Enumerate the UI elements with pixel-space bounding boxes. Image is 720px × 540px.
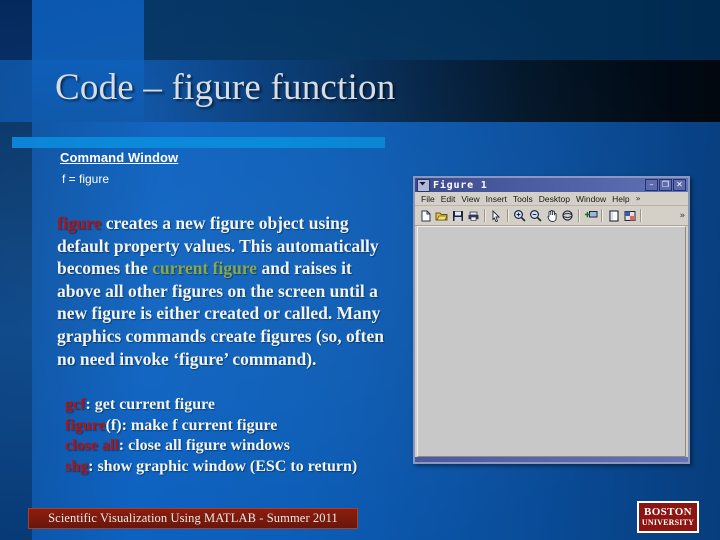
save-figure-icon[interactable] [450,208,465,223]
background-top-right-panel [144,0,720,60]
command-window-prompt-line: f = figure [62,172,110,186]
figure-window-menubar: File Edit View Insert Tools Desktop Wind… [415,192,688,206]
rotate-3d-icon[interactable] [560,208,575,223]
boston-university-logo: BOSTON UNIVERSITY [637,501,699,533]
toolbar-separator [601,209,603,222]
minimize-icon[interactable]: – [645,179,658,191]
restore-icon[interactable]: ❐ [659,179,672,191]
close-icon[interactable]: ✕ [673,179,686,191]
open-file-icon[interactable] [434,208,449,223]
menu-item-tools[interactable]: Tools [510,194,536,204]
menu-item-help[interactable]: Help [609,194,632,204]
figure-window-title: Figure 1 [433,179,488,191]
insert-colorbar-icon[interactable] [606,208,621,223]
pan-icon[interactable] [544,208,559,223]
menu-item-insert[interactable]: Insert [483,194,510,204]
command-reference-list: gcf: get current figure figure(f): make … [65,395,395,477]
command-description: (f): make f current figure [105,416,278,434]
list-item: close all: close all figure windows [65,436,395,457]
edit-plot-pointer-icon[interactable] [489,208,504,223]
list-item: shg: show graphic window (ESC to return) [65,457,395,478]
command-description: : get current figure [85,396,216,413]
figure-window-bottom-edge [415,457,688,462]
zoom-in-icon[interactable] [512,208,527,223]
command-description: : close all figure windows [118,437,291,454]
toolbar-overflow-icon[interactable]: » [680,211,688,221]
zoom-out-icon[interactable] [528,208,543,223]
toolbar-separator [578,209,580,222]
matlab-figure-window[interactable]: Figure 1 – ❐ ✕ File Edit View Insert Too… [413,176,690,464]
matlab-membrane-icon [417,178,430,192]
body-keyword-current-figure: current figure [152,258,258,279]
command-window-header: Command Window [60,150,179,165]
menu-item-file[interactable]: File [418,194,438,204]
body-keyword-figure: figure [57,213,102,233]
command-keyword: close all [65,437,119,454]
window-controls: – ❐ ✕ [645,179,687,191]
insert-legend-icon[interactable] [622,208,637,223]
background-lower-left-strip [0,122,32,540]
menu-item-view[interactable]: View [458,194,482,204]
footer-text: Scientific Visualization Using MATLAB - … [48,511,338,525]
toolbar-separator [507,209,509,222]
figure-window-titlebar[interactable]: Figure 1 – ❐ ✕ [415,178,688,192]
toolbar-separator [640,209,642,222]
logo-line-university: UNIVERSITY [641,517,695,527]
toolbar-separator [484,209,486,222]
menu-item-desktop[interactable]: Desktop [536,194,573,204]
command-keyword: gcf [65,396,86,413]
logo-line-boston: BOSTON [643,505,693,518]
figure-plot-canvas[interactable] [417,226,686,457]
list-item: figure(f): make f current figure [65,416,395,437]
background-top-left-block [32,0,144,60]
command-description: : show graphic window (ESC to return) [88,457,358,475]
list-item: gcf: get current figure [65,395,395,416]
menu-item-window[interactable]: Window [573,194,609,204]
title-accent-bar [12,137,385,148]
data-cursor-icon[interactable] [583,208,598,223]
command-keyword: figure [65,416,106,434]
page-title: Code – figure function [55,67,396,108]
menu-item-edit[interactable]: Edit [438,194,459,204]
footer-banner: Scientific Visualization Using MATLAB - … [28,508,358,529]
figure-window-toolbar: » [415,206,688,226]
new-figure-icon[interactable] [418,208,433,223]
menu-overflow-icon[interactable]: » [633,194,641,203]
command-keyword: shg [65,457,89,475]
print-figure-icon[interactable] [466,208,481,223]
slide-canvas: Code – figure function Command Window f … [0,0,720,540]
body-paragraph: figure creates a new figure object using… [57,212,392,370]
